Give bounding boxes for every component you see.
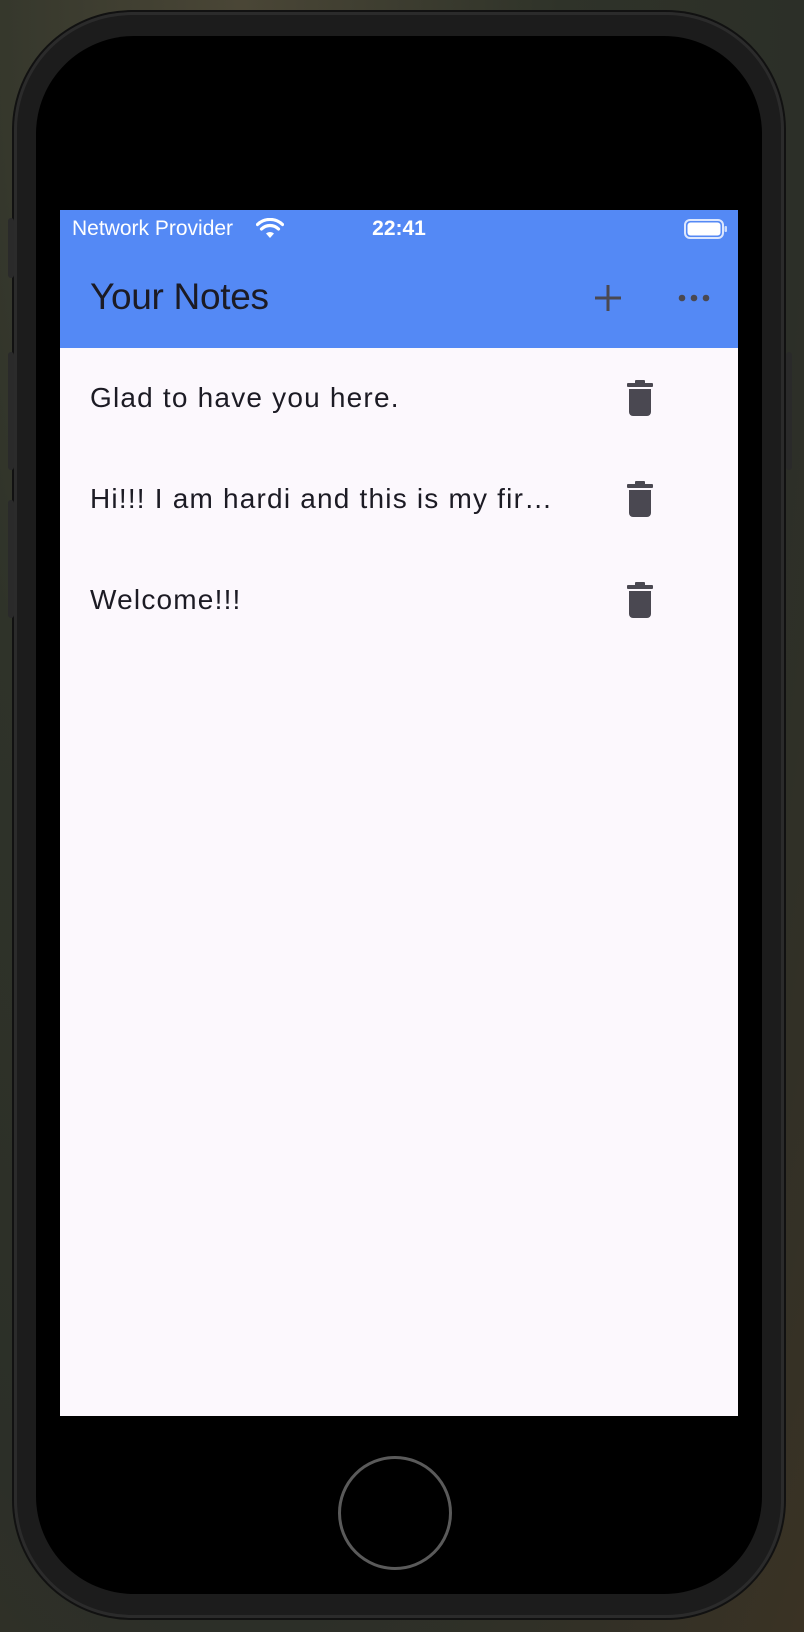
note-text: Hi!!! I am hardi and this is my fir… — [90, 483, 554, 514]
more-options-button[interactable] — [666, 270, 722, 326]
trash-icon — [627, 380, 653, 416]
mute-switch — [8, 218, 14, 278]
delete-note-button[interactable] — [618, 477, 662, 521]
trash-icon — [627, 481, 653, 517]
list-item[interactable]: Glad to have you here. — [60, 348, 738, 449]
note-text: Glad to have you here. — [90, 382, 400, 413]
note-text: Welcome!!! — [90, 584, 242, 615]
delete-note-button[interactable] — [618, 578, 662, 622]
home-button[interactable] — [338, 1456, 452, 1570]
delete-note-button[interactable] — [618, 376, 662, 420]
add-note-button[interactable] — [580, 270, 636, 326]
app-bar: Your Notes — [60, 248, 738, 348]
screen: Network Provider 22:41 Your Notes Glad t… — [60, 210, 738, 1416]
status-bar: Network Provider 22:41 — [60, 210, 738, 248]
status-time: 22:41 — [372, 217, 426, 240]
power-button — [786, 352, 792, 470]
volume-up-button — [8, 352, 14, 470]
page-title: Your Notes — [90, 276, 269, 317]
trash-icon — [627, 582, 653, 618]
list-item[interactable]: Hi!!! I am hardi and this is my fir… — [60, 449, 738, 550]
plus-icon — [595, 285, 621, 311]
more-horizontal-icon — [678, 294, 710, 302]
volume-down-button — [8, 500, 14, 618]
notes-list: Glad to have you here. Hi!!! I am hardi … — [60, 348, 738, 651]
list-item[interactable]: Welcome!!! — [60, 550, 738, 651]
battery-icon — [684, 219, 727, 239]
